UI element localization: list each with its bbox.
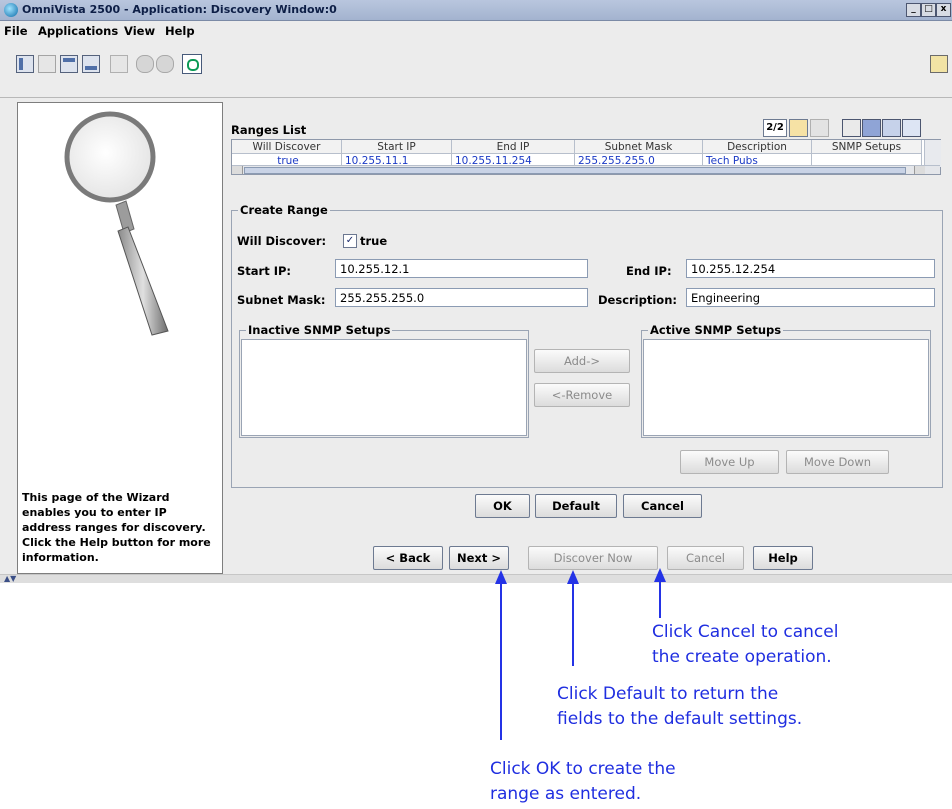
- magnifier-icon: [64, 111, 169, 336]
- inactive-snmp-title: Inactive SNMP Setups: [246, 323, 393, 337]
- menu-view[interactable]: View: [124, 24, 155, 38]
- start-ip-label: Start IP:: [237, 264, 292, 278]
- will-discover-value: true: [360, 234, 388, 248]
- ok-arrow-line: [500, 582, 502, 740]
- back-nav-icon[interactable]: [136, 55, 154, 73]
- wizard-help-text: This page of the Wizard enables you to e…: [22, 491, 211, 564]
- filter-icon[interactable]: [789, 119, 808, 137]
- ranges-list-title: Ranges List: [231, 123, 307, 137]
- window-title: OmniVista 2500 - Application: Discovery …: [22, 3, 337, 16]
- start-ip-field[interactable]: 10.255.12.1: [335, 259, 588, 278]
- active-snmp-title: Active SNMP Setups: [648, 323, 784, 337]
- ranges-table: Will Discover Start IP End IP Subnet Mas…: [231, 139, 941, 175]
- column-header-snmp-setups[interactable]: SNMP Setups: [812, 140, 922, 154]
- scroll-left-icon[interactable]: [232, 166, 243, 174]
- column-view-icon[interactable]: [902, 119, 921, 137]
- wizard-cancel-button[interactable]: Cancel: [667, 546, 744, 570]
- ok-annotation-line1: Click OK to create the: [490, 759, 676, 779]
- vertical-scrollbar[interactable]: [924, 140, 941, 167]
- detach-icon[interactable]: [110, 55, 128, 73]
- end-ip-field[interactable]: 10.255.12.254: [686, 259, 935, 278]
- subnet-mask-field[interactable]: 255.255.255.0: [335, 288, 588, 307]
- grid-view-icon[interactable]: [882, 119, 901, 137]
- add-button[interactable]: Add->: [534, 349, 630, 373]
- next-button[interactable]: Next >: [449, 546, 509, 570]
- column-header-subnet-mask[interactable]: Subnet Mask: [575, 140, 703, 154]
- layout-top-panel-icon[interactable]: [60, 55, 78, 73]
- description-field[interactable]: Engineering: [686, 288, 935, 307]
- move-down-button[interactable]: Move Down: [786, 450, 889, 474]
- end-ip-label: End IP:: [626, 264, 672, 278]
- page-counter: 2/2: [763, 119, 787, 137]
- create-range-title: Create Range: [238, 203, 330, 217]
- minimize-button[interactable]: _: [906, 3, 921, 17]
- default-annotation-line1: Click Default to return the: [557, 684, 779, 704]
- forward-nav-icon[interactable]: [156, 55, 174, 73]
- column-header-end-ip[interactable]: End IP: [452, 140, 575, 154]
- omnivista-app-icon: [4, 3, 18, 17]
- status-strip: ▲▼: [0, 574, 952, 583]
- wizard-help-panel: This page of the Wizard enables you to e…: [17, 102, 223, 574]
- horizontal-scroll-thumb[interactable]: [244, 167, 906, 174]
- refresh-icon[interactable]: [182, 54, 202, 74]
- discover-now-button[interactable]: Discover Now: [528, 546, 658, 570]
- cancel-button[interactable]: Cancel: [623, 494, 702, 518]
- active-snmp-list[interactable]: [643, 339, 929, 436]
- table-view-icon[interactable]: [862, 119, 881, 137]
- cancel-arrow-head: [654, 568, 666, 582]
- column-header-start-ip[interactable]: Start IP: [342, 140, 452, 154]
- layout-left-panel-icon[interactable]: [16, 55, 34, 73]
- ok-button[interactable]: OK: [475, 494, 530, 518]
- move-up-button[interactable]: Move Up: [680, 450, 779, 474]
- app-switch-icon[interactable]: [930, 55, 948, 73]
- default-annotation-line2: fields to the default settings.: [557, 709, 803, 729]
- help-button[interactable]: Help: [753, 546, 813, 570]
- layout-bottom-panel-icon[interactable]: [82, 55, 100, 73]
- horizontal-scrollbar[interactable]: [232, 165, 940, 174]
- cancel-annotation-line1: Click Cancel to cancel: [652, 622, 839, 642]
- inactive-snmp-list[interactable]: [241, 339, 527, 436]
- maximize-button[interactable]: □: [921, 3, 936, 17]
- subnet-mask-label: Subnet Mask:: [237, 293, 326, 307]
- ok-arrow-head: [495, 570, 507, 584]
- export-icon[interactable]: [810, 119, 829, 137]
- menu-bar: File Applications View Help: [0, 21, 952, 41]
- cancel-arrow-line: [659, 580, 661, 618]
- default-arrow-head: [567, 570, 579, 584]
- column-header-description[interactable]: Description: [703, 140, 812, 154]
- will-discover-checkbox[interactable]: ✓: [343, 234, 357, 248]
- layout-right-panel-icon[interactable]: [38, 55, 56, 73]
- ok-annotation-line2: range as entered.: [490, 784, 642, 804]
- default-button[interactable]: Default: [535, 494, 617, 518]
- menu-help[interactable]: Help: [165, 24, 195, 38]
- default-arrow-line: [572, 582, 574, 666]
- menu-file[interactable]: File: [4, 24, 28, 38]
- description-label: Description:: [598, 293, 677, 307]
- title-bar[interactable]: OmniVista 2500 - Application: Discovery …: [0, 0, 952, 21]
- will-discover-label: Will Discover:: [237, 234, 327, 248]
- collapse-arrows-icon[interactable]: ▲▼: [4, 574, 16, 583]
- column-header-will-discover[interactable]: Will Discover: [232, 140, 342, 154]
- remove-button[interactable]: <-Remove: [534, 383, 630, 407]
- cancel-annotation-line2: the create operation.: [652, 647, 832, 667]
- scroll-right-icon[interactable]: [914, 166, 925, 174]
- menu-applications[interactable]: Applications: [38, 24, 118, 38]
- application-window: OmniVista 2500 - Application: Discovery …: [0, 0, 952, 583]
- print-icon[interactable]: [842, 119, 861, 137]
- close-button[interactable]: x: [936, 3, 951, 17]
- back-button[interactable]: < Back: [373, 546, 443, 570]
